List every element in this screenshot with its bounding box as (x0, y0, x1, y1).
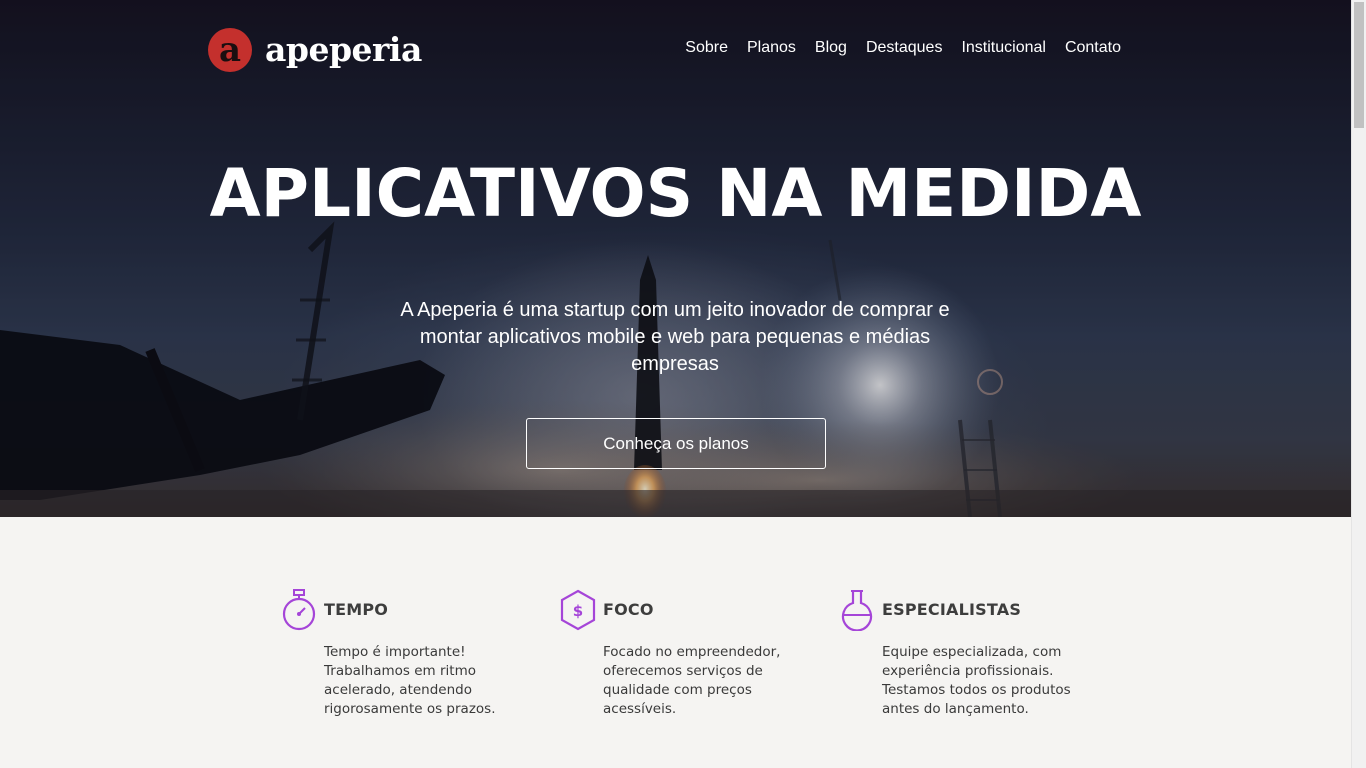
page-scrollbar[interactable] (1351, 0, 1366, 768)
hero-section: a apeperia Sobre Planos Blog Destaques I… (0, 0, 1351, 517)
svg-text:$: $ (573, 602, 583, 620)
feature-description: Equipe especializada, com experiência pr… (882, 644, 1071, 717)
landing-page: a apeperia Sobre Planos Blog Destaques I… (0, 0, 1366, 768)
feature-description: Focado no empreendedor, oferecemos servi… (603, 644, 781, 717)
nav-item-planos[interactable]: Planos (747, 37, 796, 59)
logo-wordmark: apeperia (265, 30, 422, 69)
brand-logo[interactable]: a apeperia (208, 28, 422, 72)
stopwatch-icon (282, 589, 316, 631)
hero-subheadline: A Apeperia é uma startup com um jeito in… (400, 299, 950, 375)
nav-item-institucional[interactable]: Institucional (961, 37, 1046, 59)
features-section: TEMPO Tempo é importante! Trabalhamos em… (0, 517, 1351, 768)
feature-title: ESPECIALISTAS (882, 600, 1022, 619)
logo-mark-icon: a (208, 28, 252, 72)
nav-item-contato[interactable]: Contato (1065, 37, 1121, 59)
nav-item-destaques[interactable]: Destaques (866, 37, 943, 59)
view-plans-button[interactable]: Conheça os planos (526, 418, 826, 469)
feature-description: Tempo é importante! Trabalhamos em ritmo… (324, 644, 496, 717)
scrollbar-thumb[interactable] (1354, 2, 1364, 128)
dollar-hexagon-icon: $ (560, 589, 596, 631)
nav-item-sobre[interactable]: Sobre (685, 37, 728, 59)
flask-icon (841, 590, 873, 631)
main-nav: Sobre Planos Blog Destaques Instituciona… (666, 37, 1121, 59)
hero-headline: APLICATIVOS NA MEDIDA (209, 155, 1142, 232)
feature-title: FOCO (603, 600, 654, 619)
feature-title: TEMPO (324, 600, 389, 619)
nav-item-blog[interactable]: Blog (815, 37, 847, 59)
